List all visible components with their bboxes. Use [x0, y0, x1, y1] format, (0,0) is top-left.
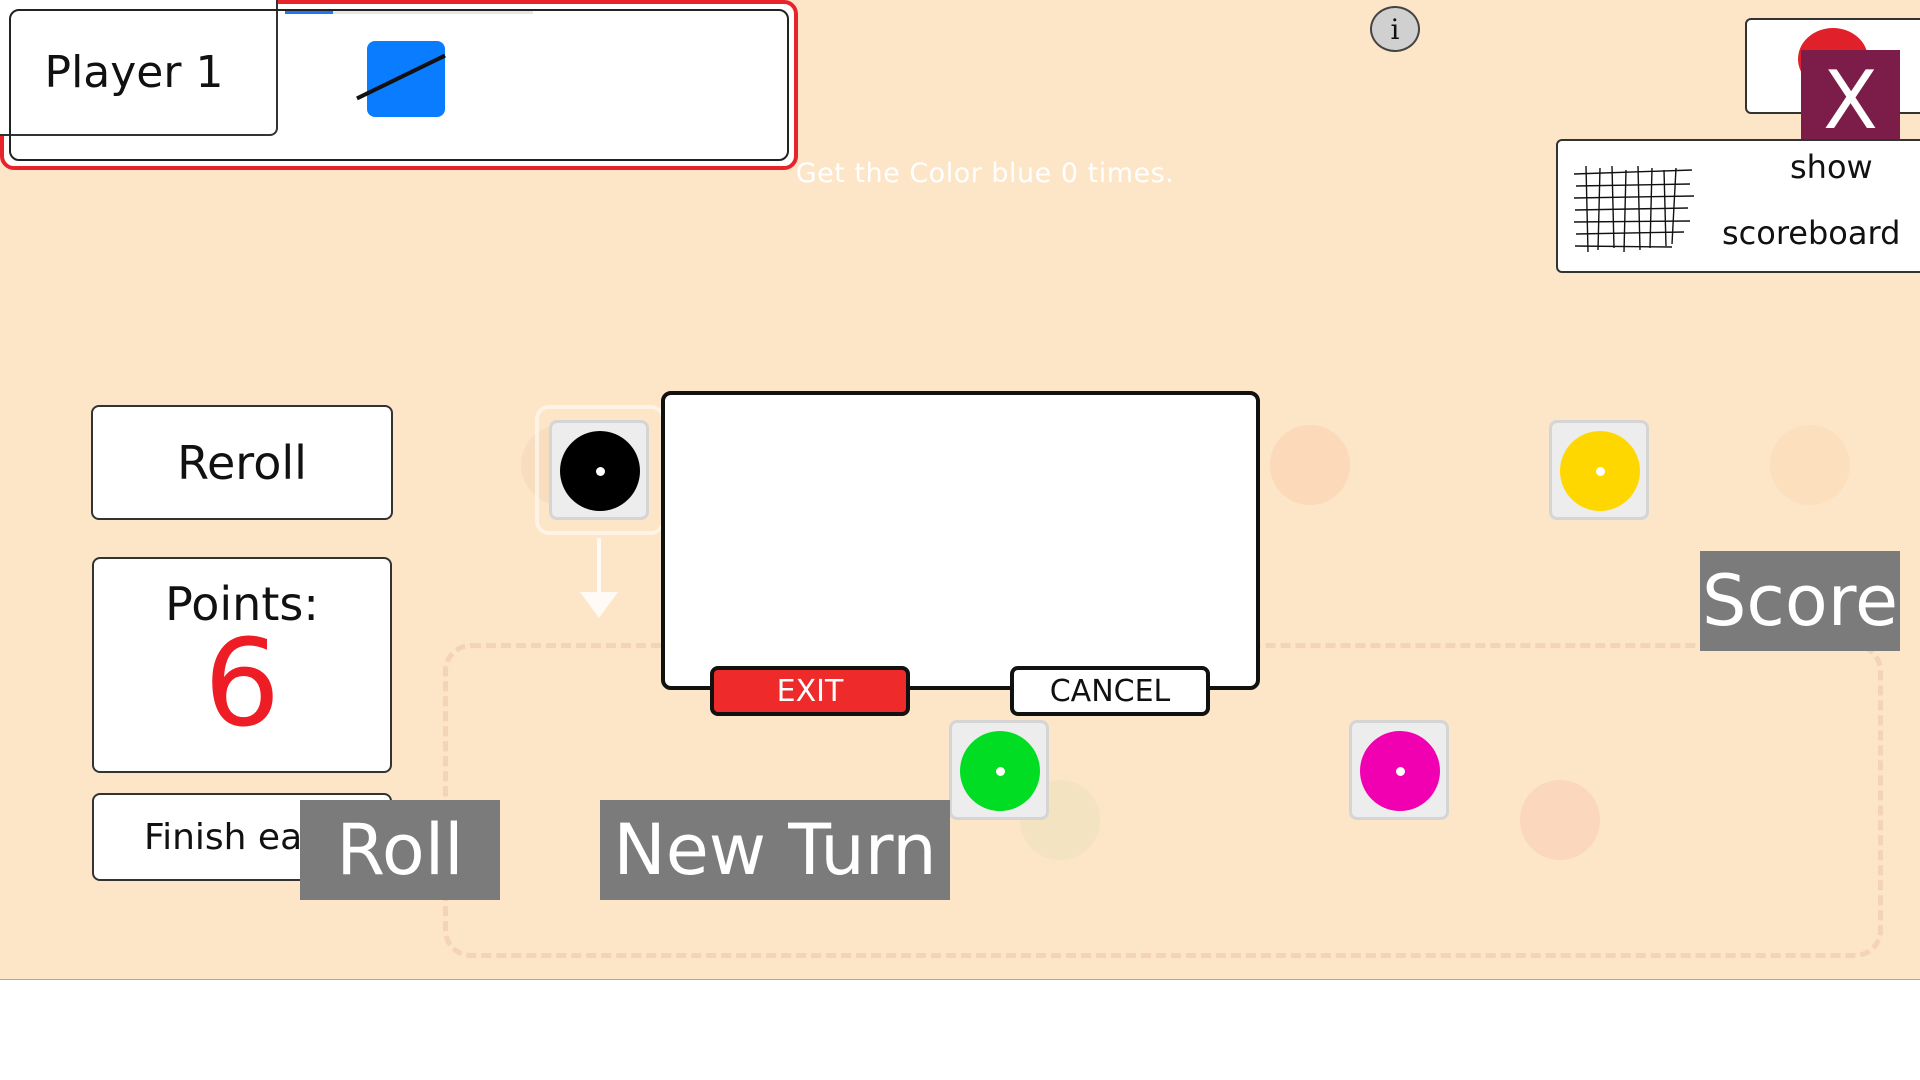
goal-progress-bar — [285, 11, 533, 14]
cancel-label: CANCEL — [1049, 673, 1171, 709]
goal-color-swatch — [367, 41, 445, 117]
points-value: 6 — [203, 615, 281, 754]
die-magenta[interactable] — [1349, 720, 1449, 820]
drop-arrow-icon — [597, 538, 601, 593]
roll-label: Roll — [336, 809, 464, 891]
exit-label: EXIT — [776, 673, 844, 709]
drop-arrow-head-icon — [580, 592, 618, 618]
die-pip — [1396, 767, 1405, 776]
score-button[interactable]: Score — [1700, 551, 1900, 651]
goal-card — [0, 0, 798, 170]
page-footer-area — [0, 981, 1920, 1080]
close-button[interactable]: X — [1801, 50, 1900, 150]
info-icon: i — [1390, 12, 1400, 46]
new-turn-label: New Turn — [613, 809, 937, 891]
goal-card-inner — [9, 9, 789, 161]
die-face — [560, 431, 640, 511]
cancel-button[interactable]: CANCEL — [1010, 666, 1210, 716]
ghost-die — [1515, 775, 1605, 865]
die-green[interactable] — [949, 720, 1049, 820]
exit-button[interactable]: EXIT — [710, 666, 910, 716]
scoreboard-label: scoreboard — [1722, 214, 1901, 252]
score-label: Score — [1701, 560, 1899, 642]
ghost-die — [1765, 420, 1855, 510]
die-face — [1360, 731, 1440, 811]
exit-confirm-dialog — [661, 391, 1260, 690]
scoreboard-show-label: show — [1790, 148, 1873, 186]
reroll-label: Reroll — [177, 435, 307, 490]
die-black[interactable] — [549, 420, 649, 520]
ghost-die-face — [1520, 780, 1600, 860]
ghost-die — [1265, 420, 1355, 510]
scoreboard-grid-icon — [1573, 165, 1695, 253]
info-button[interactable]: i — [1370, 6, 1420, 52]
goal-progress-fill — [285, 11, 333, 14]
die-face — [960, 731, 1040, 811]
game-board: Player 1 Get the Color blue 0 times. i X… — [0, 0, 1920, 980]
ghost-die-face — [1270, 425, 1350, 505]
points-card: Points: 6 — [92, 557, 392, 773]
reroll-button[interactable]: Reroll — [91, 405, 393, 520]
close-icon: X — [1823, 53, 1878, 147]
die-face — [1560, 431, 1640, 511]
die-yellow[interactable] — [1549, 420, 1649, 520]
roll-button[interactable]: Roll — [300, 800, 500, 900]
ghost-die-face — [1770, 425, 1850, 505]
goal-description: Get the Color blue 0 times. — [795, 158, 1175, 189]
new-turn-button[interactable]: New Turn — [600, 800, 950, 900]
die-pip — [596, 467, 605, 476]
die-pip — [1596, 467, 1605, 476]
die-pip — [996, 767, 1005, 776]
